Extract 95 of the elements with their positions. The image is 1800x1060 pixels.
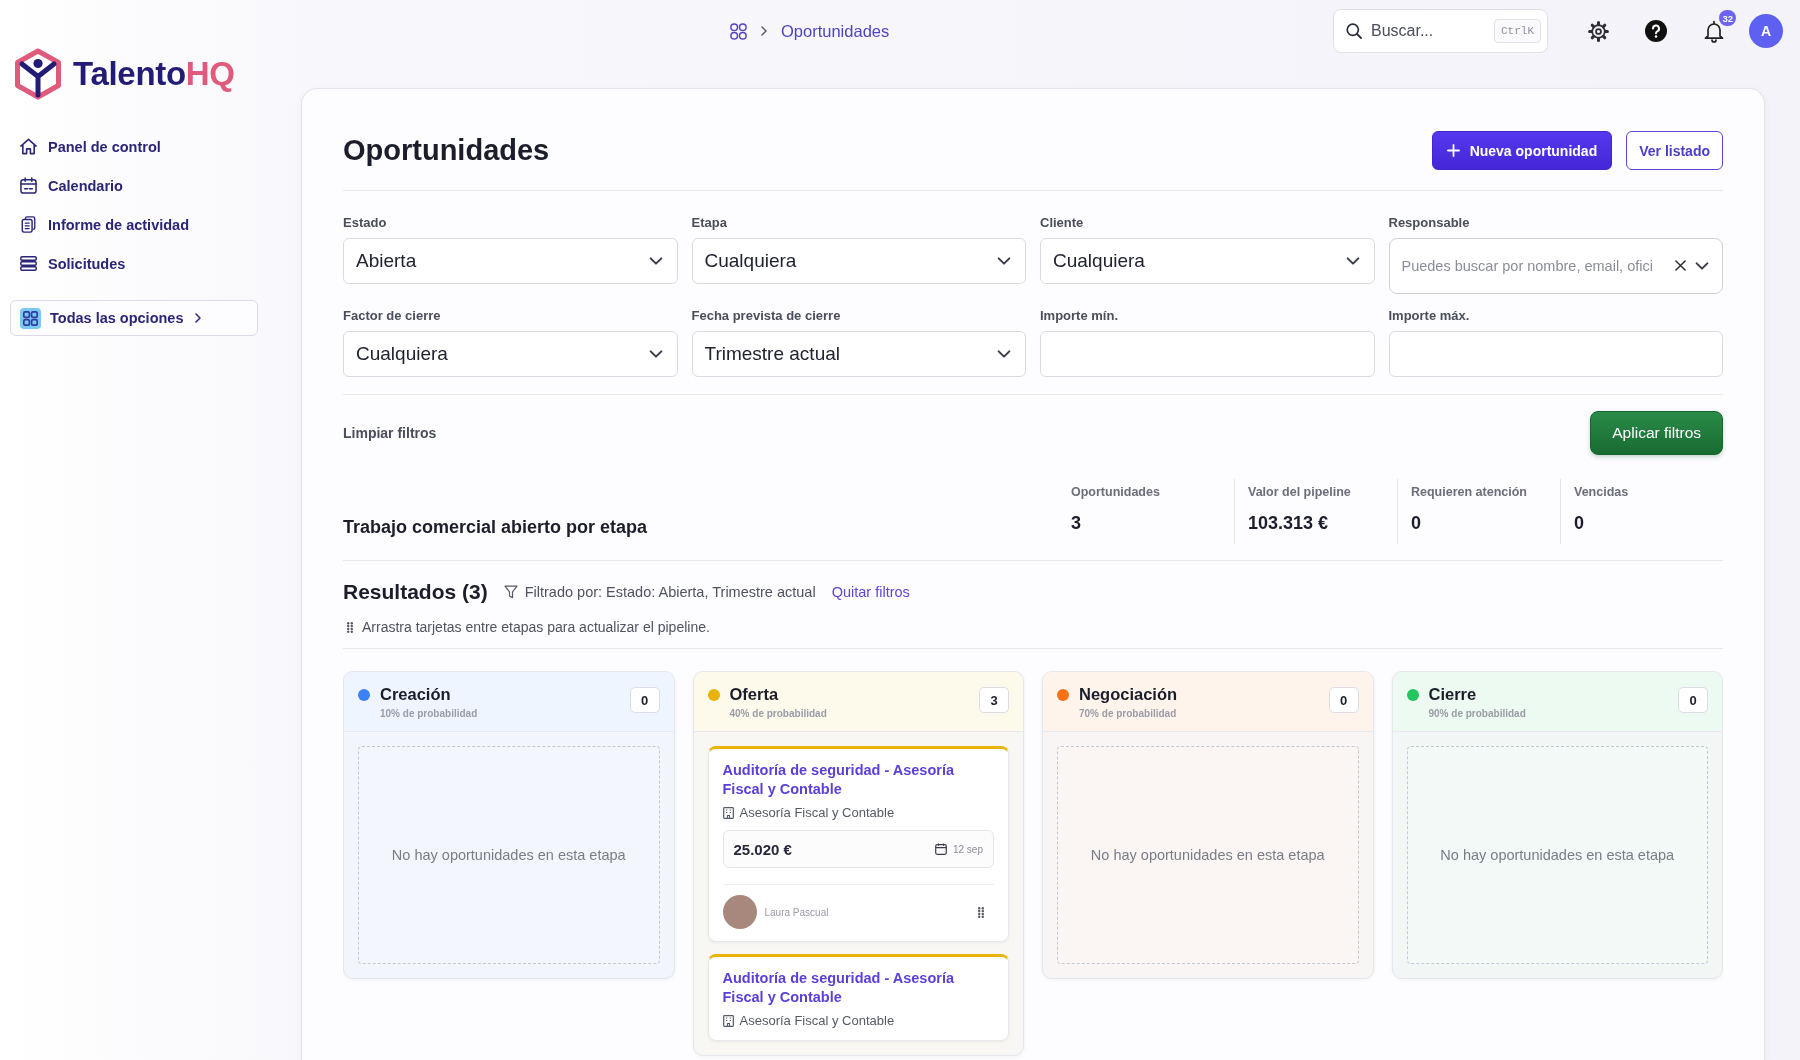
- field-label: Etapa: [691, 215, 728, 230]
- opportunity-card[interactable]: Auditoría de seguridad - Asesoría Fiscal y Contable Asesoría Fiscal y Contable 25.020 € 12 sep Laura Pascual: [707, 746, 1009, 942]
- chevron-down-icon: [648, 350, 663, 358]
- results-heading: Resultados (3): [343, 580, 488, 604]
- avatar-photo-placeholder: [722, 895, 757, 929]
- nav-item[interactable]: Panel de control: [10, 127, 169, 166]
- apps-icon[interactable]: [730, 22, 747, 40]
- chevron-right-icon: [761, 26, 767, 36]
- stat-value: 0: [1411, 513, 1421, 534]
- select-field[interactable]: Cualquiera: [1040, 238, 1375, 284]
- amount-value: 25.020 €: [733, 840, 792, 858]
- plus-icon: [1446, 144, 1460, 157]
- remove-filters-link[interactable]: Quitar filtros: [831, 584, 910, 600]
- logo-icon: [14, 48, 62, 100]
- grid-icon: [20, 307, 41, 329]
- search-icon: [1346, 23, 1362, 39]
- count-badge: 0: [1678, 687, 1708, 713]
- card-title-link[interactable]: Auditoría de seguridad - Asesoría Fiscal y Contable: [722, 969, 994, 1007]
- card-title-link[interactable]: Auditoría de seguridad - Asesoría Fiscal y Contable: [722, 761, 994, 799]
- input-field[interactable]: [1388, 331, 1723, 377]
- stack-icon: [20, 255, 37, 272]
- chevron-down-icon: [997, 257, 1011, 265]
- client-name: Asesoría Fiscal y Contable: [739, 1013, 895, 1028]
- filter-icon: [503, 585, 518, 599]
- chevron-down-icon: [1345, 257, 1360, 265]
- clipboard-icon: [20, 216, 37, 233]
- shortcut-key: CtrlK: [1494, 19, 1541, 43]
- stat-value: 0: [1574, 513, 1584, 534]
- building-icon: [722, 1014, 734, 1027]
- chevron-down-icon: [1695, 261, 1709, 270]
- stat-label: Valor del pipeline: [1248, 485, 1351, 499]
- combobox-field[interactable]: Puedes buscar por nombre, email, ofici: [1388, 238, 1723, 294]
- select-field[interactable]: Cualquiera: [343, 331, 678, 377]
- section-title: Trabajo comercial abierto por etapa: [343, 517, 649, 538]
- chevron-down-icon: [648, 257, 663, 265]
- drag-handle-icon[interactable]: [347, 621, 353, 633]
- clear-icon[interactable]: [1675, 260, 1686, 271]
- stage-probability: 40% de probabilidad: [729, 708, 827, 719]
- select-field[interactable]: Trimestre actual: [691, 331, 1026, 377]
- breadcrumb-current: Oportunidades: [781, 21, 890, 41]
- stat-value: 103.313 €: [1248, 513, 1329, 534]
- clear-filters-button[interactable]: Limpiar filtros: [343, 425, 437, 441]
- home-icon: [20, 138, 37, 155]
- nav-item[interactable]: Informe de actividad: [10, 205, 197, 244]
- page-title: Oportunidades: [343, 134, 550, 167]
- field-label: Factor de cierre: [343, 308, 442, 323]
- stat-label: Oportunidades: [1071, 485, 1160, 499]
- field-label: Fecha prevista de cierre: [691, 308, 842, 323]
- empty-message: No hay oportunidades en esta etapa: [391, 847, 626, 863]
- chevron-right-icon: [194, 313, 201, 323]
- field-label: Responsable: [1388, 215, 1471, 230]
- field-label: Importe máx.: [1388, 308, 1471, 323]
- count-badge: 3: [979, 687, 1009, 713]
- apply-filters-button[interactable]: Aplicar filtros: [1590, 411, 1723, 455]
- select-field[interactable]: Cualquiera: [691, 238, 1026, 284]
- empty-message: No hay oportunidades en esta etapa: [1440, 847, 1675, 863]
- drag-hint: Arrastra tarjetas entre etapas para actualizar el pipeline.: [362, 619, 710, 635]
- empty-message: No hay oportunidades en esta etapa: [1090, 847, 1325, 863]
- chevron-down-icon: [997, 350, 1011, 358]
- stat-label: Requieren atención: [1411, 485, 1527, 499]
- stage-probability: 90% de probabilidad: [1428, 708, 1526, 719]
- count-badge: 0: [629, 687, 660, 713]
- field-label: Cliente: [1040, 215, 1085, 230]
- settings-icon[interactable]: [1588, 20, 1609, 42]
- stage-title: Creación: [380, 685, 451, 704]
- calendar-icon: [934, 843, 947, 855]
- select-field[interactable]: Abierta: [343, 238, 678, 284]
- view-list-button[interactable]: Ver listado: [1626, 131, 1723, 170]
- all-options-button[interactable]: Todas las opciones: [10, 300, 258, 336]
- due-date: 12 sep: [952, 843, 983, 855]
- nav-item[interactable]: Solicitudes: [10, 244, 134, 283]
- client-name: Asesoría Fiscal y Contable: [739, 805, 895, 820]
- notification-badge: 32: [1719, 10, 1736, 26]
- stage-title: Cierre: [1428, 685, 1477, 704]
- opportunity-card[interactable]: Auditoría de seguridad - Asesoría Fiscal y Contable Asesoría Fiscal y Contable: [707, 954, 1009, 1041]
- logo-text: TalentoHQ: [73, 55, 235, 93]
- field-label: Estado: [343, 215, 388, 230]
- stage-title: Oferta: [729, 685, 779, 704]
- filter-summary: Filtrado por: Estado: Abierta, Trimestre actual: [524, 584, 816, 600]
- stat-label: Vencidas: [1574, 485, 1629, 499]
- stage-title: Negociación: [1079, 685, 1178, 704]
- stat-value: 3: [1071, 513, 1081, 534]
- stage-probability: 70% de probabilidad: [1079, 708, 1177, 719]
- help-icon[interactable]: [1645, 20, 1667, 42]
- owner-name: Laura Pascual: [764, 906, 829, 918]
- field-label: Importe mín.: [1040, 308, 1119, 323]
- count-badge: 0: [1328, 687, 1359, 713]
- stage-probability: 10% de probabilidad: [380, 708, 478, 719]
- new-item-button[interactable]: Nueva oportunidad: [1431, 131, 1613, 170]
- calendar-icon: [20, 177, 37, 194]
- nav-item[interactable]: Calendario: [10, 166, 131, 205]
- building-icon: [722, 806, 734, 819]
- input-field[interactable]: [1040, 331, 1375, 377]
- user-avatar[interactable]: A: [1749, 14, 1783, 48]
- drag-handle-icon[interactable]: [978, 906, 984, 918]
